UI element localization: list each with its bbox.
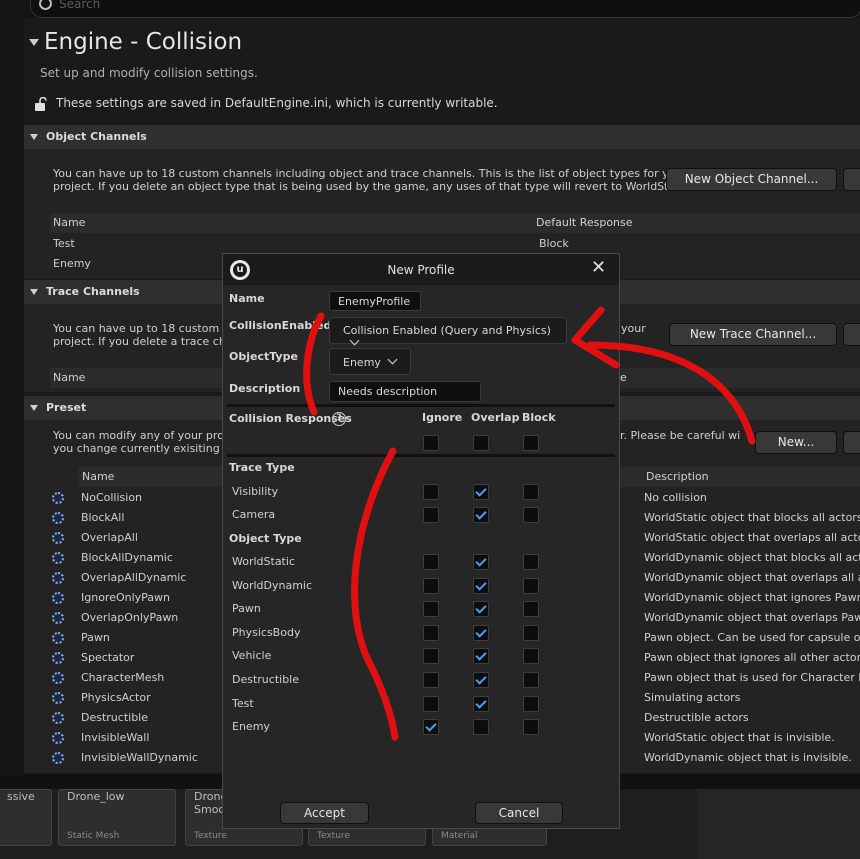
red-arrowhead-annotation	[571, 306, 620, 369]
annotation-overlay	[303, 306, 756, 741]
red-long-stroke-annotation	[351, 447, 399, 741]
red-bracket-annotation	[303, 312, 325, 416]
red-arrow-curve-annotation	[586, 341, 756, 445]
